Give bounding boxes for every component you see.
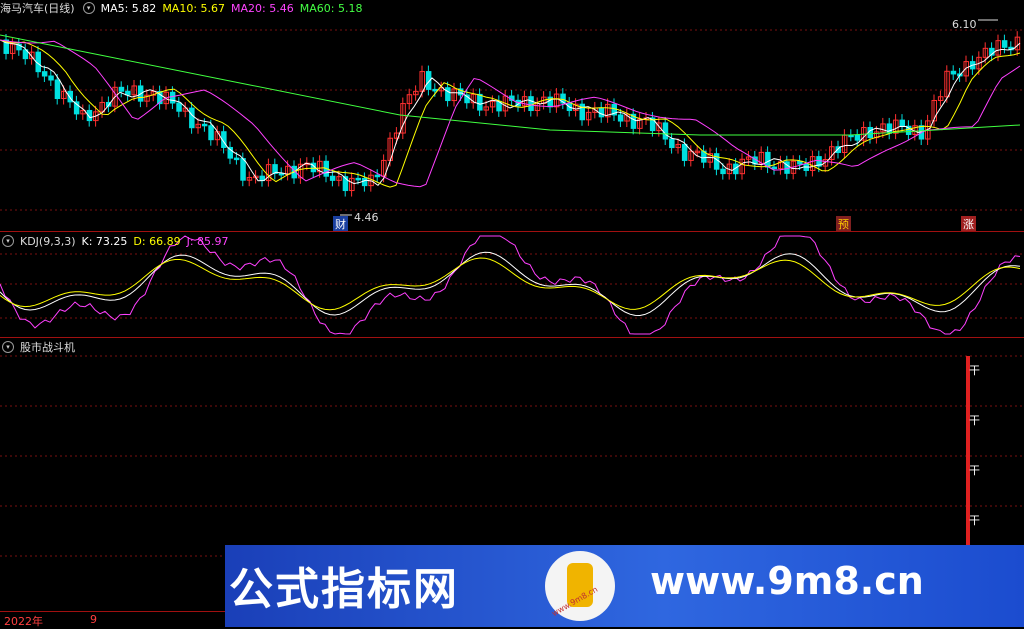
candle-body xyxy=(374,174,381,178)
ma-line xyxy=(0,39,1021,188)
kdj-title: KDJ(9,3,3) xyxy=(20,234,76,248)
indicator-header: ▾ 股市战斗机 xyxy=(0,339,75,355)
candle-body xyxy=(259,175,265,182)
kdj-line xyxy=(0,235,1021,335)
candle-body xyxy=(720,168,726,175)
candle-body xyxy=(528,96,534,112)
ma-line xyxy=(0,39,1021,188)
candle-body xyxy=(899,119,905,127)
kdj-panel[interactable]: ▾ KDJ(9,3,3) K: 73.25 D: 66.89 J: 85.97 xyxy=(0,232,1024,337)
candle-body xyxy=(681,143,688,161)
low-price-label: 4.46 xyxy=(354,211,379,224)
candle-body xyxy=(361,177,368,187)
ma5-label: MA5: 5.82 xyxy=(100,1,157,15)
candle-body xyxy=(598,107,605,118)
axis-month: 9 xyxy=(90,613,97,626)
candle-body xyxy=(189,107,195,129)
candle-body xyxy=(771,166,777,170)
signal-mark: 干 xyxy=(969,514,980,527)
collapse-icon[interactable]: ▾ xyxy=(2,235,14,247)
kdj-d: D: 66.89 xyxy=(133,234,181,248)
candle-body xyxy=(1001,40,1008,48)
candle-body xyxy=(233,157,240,161)
candle-body xyxy=(445,87,451,102)
kdj-header: ▾ KDJ(9,3,3) K: 73.25 D: 66.89 J: 85.97 xyxy=(0,233,229,249)
marker-cai[interactable]: 财 xyxy=(333,216,348,232)
signal-mark: 干 xyxy=(969,464,980,477)
high-price-label: 6.10 xyxy=(952,18,977,31)
candle-body xyxy=(41,71,48,77)
candle-body xyxy=(208,125,214,141)
ma10-label: MA10: 5.67 xyxy=(162,1,226,15)
main-chart-header: 海马汽车(日线) ▾ MA5: 5.82 MA10: 5.67 MA20: 5.… xyxy=(0,0,362,16)
candle-body xyxy=(240,158,246,181)
candle-body xyxy=(329,175,336,181)
main-chart-panel[interactable]: 海马汽车(日线) ▾ MA5: 5.82 MA10: 5.67 MA20: 5.… xyxy=(0,0,1024,232)
main-title: 海马汽车(日线) xyxy=(0,2,75,15)
candle-body xyxy=(617,114,624,122)
ma60-line xyxy=(0,34,1021,136)
kdj-k: K: 73.25 xyxy=(81,234,128,248)
candle-body xyxy=(432,88,438,92)
candlestick-chart xyxy=(0,19,1024,216)
banner-url: www.9m8.cn xyxy=(650,559,924,603)
candle-body xyxy=(662,122,669,140)
candle-body xyxy=(169,91,176,104)
signal-mark: 干 xyxy=(969,414,980,427)
candle-body xyxy=(669,138,675,149)
kdj-j: J: 85.97 xyxy=(186,234,229,248)
ma20-label: MA20: 5.46 xyxy=(231,1,294,15)
signal-mark: 干 xyxy=(969,364,980,377)
watermark-banner: 公式指标网 www.9m8.cn www.9m8.cn xyxy=(225,545,1024,627)
marker-yu[interactable]: 预 xyxy=(836,216,851,232)
ma-line xyxy=(0,39,1021,186)
candle-body xyxy=(201,123,208,127)
collapse-icon[interactable]: ▾ xyxy=(82,2,95,14)
candle-body xyxy=(125,90,131,96)
ma60-label: MA60: 5.18 xyxy=(299,1,363,15)
site-logo-icon: www.9m8.cn xyxy=(545,551,615,621)
candle-body xyxy=(886,123,893,134)
marker-zhang[interactable]: 涨 xyxy=(961,216,976,232)
collapse-icon[interactable]: ▾ xyxy=(2,341,14,353)
indicator-title: 股市战斗机 xyxy=(20,341,75,354)
banner-title: 公式指标网 xyxy=(229,564,459,615)
candle-body xyxy=(854,134,861,141)
candle-body xyxy=(477,93,483,111)
candle-body xyxy=(118,86,125,92)
candle-body xyxy=(54,79,61,100)
candle-body xyxy=(765,151,771,168)
candle-body xyxy=(176,102,182,112)
candle-body xyxy=(48,75,54,81)
candle-body xyxy=(355,177,361,181)
candle-body xyxy=(950,70,957,75)
